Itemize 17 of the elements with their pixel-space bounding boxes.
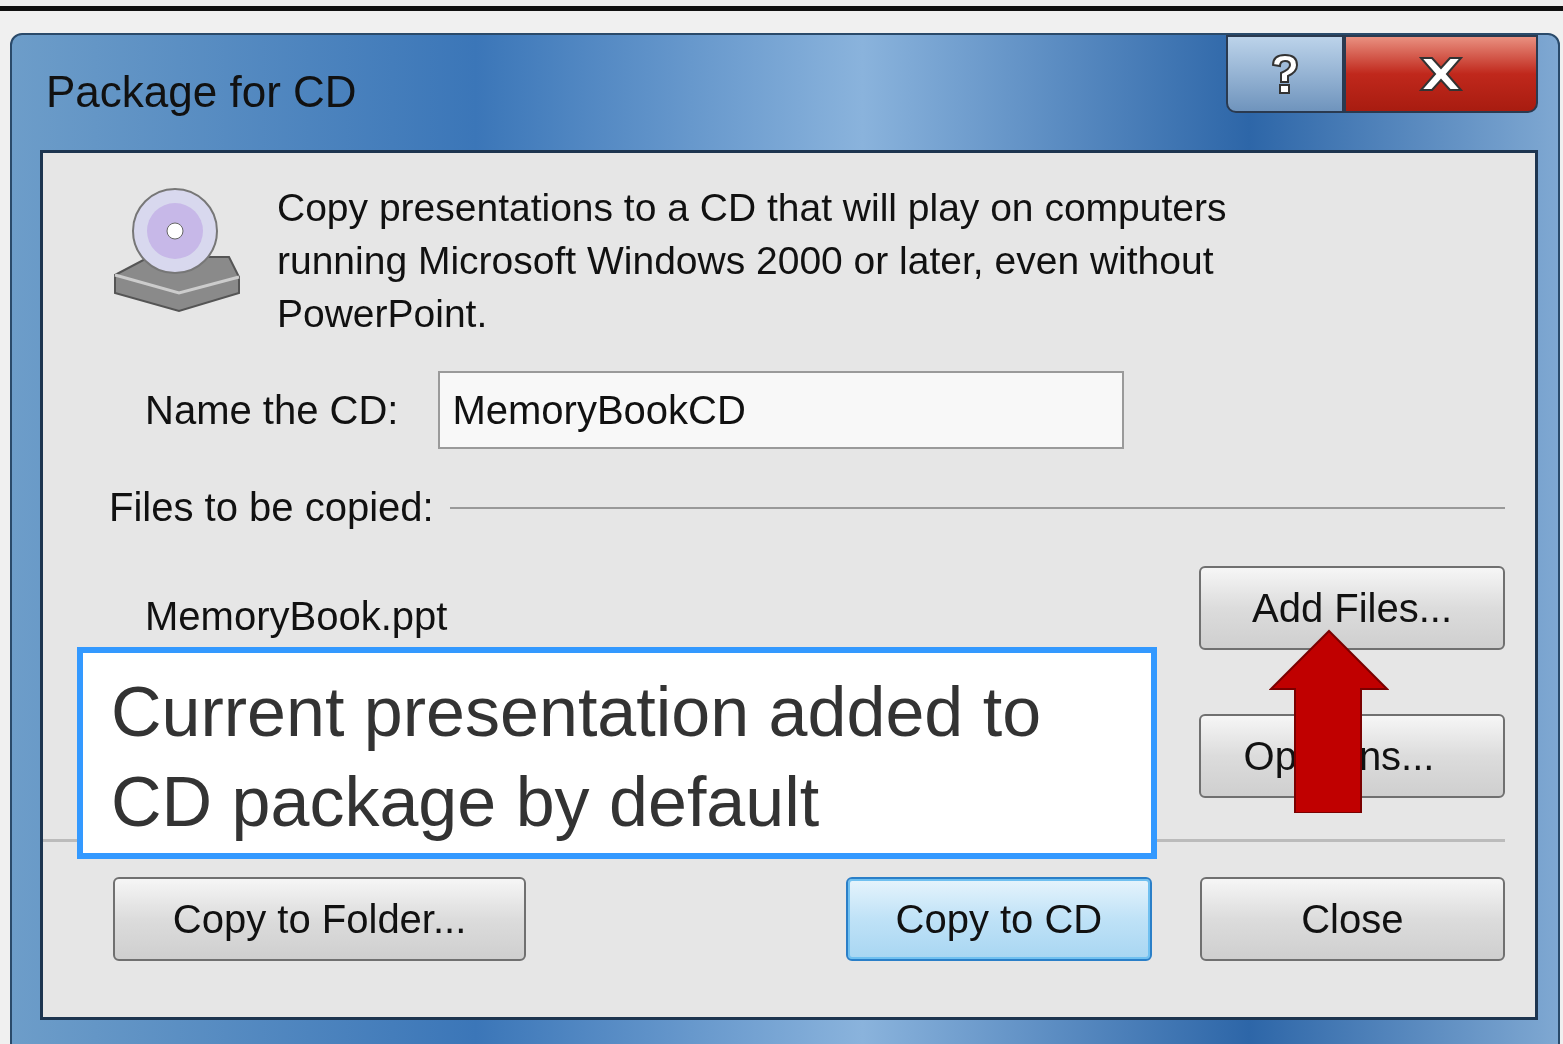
button-text: ns... <box>1358 733 1435 779</box>
dialog-button[interactable]: Copy to CD <box>846 877 1152 961</box>
side-button[interactable]: Add Files... <box>1199 566 1505 650</box>
window-title: Package for CD <box>46 67 357 117</box>
help-button[interactable] <box>1226 35 1344 113</box>
field-label: Name the CD: <box>145 387 399 433</box>
dialog-button[interactable]: Copy to Folder... <box>113 877 527 961</box>
close-icon <box>1418 55 1464 93</box>
callout-text: Current presentation added to CD package by default <box>111 672 1043 843</box>
cd-name-field[interactable]: MemoryBookCD <box>438 371 1125 449</box>
dialog-button[interactable]: Close <box>1199 877 1505 961</box>
group-label: Files to be copied: <box>109 485 434 530</box>
file-name[interactable]: MemoryBook.ppt <box>145 594 448 638</box>
close-button[interactable] <box>1344 35 1538 113</box>
button-text: Add Files... <box>1251 585 1453 631</box>
description-text: Copy presentations to a CD that will play on computers running Microsoft Windows 2000 or later, even without PowerPoint. <box>277 185 1228 337</box>
button-text: Op <box>1243 733 1297 779</box>
